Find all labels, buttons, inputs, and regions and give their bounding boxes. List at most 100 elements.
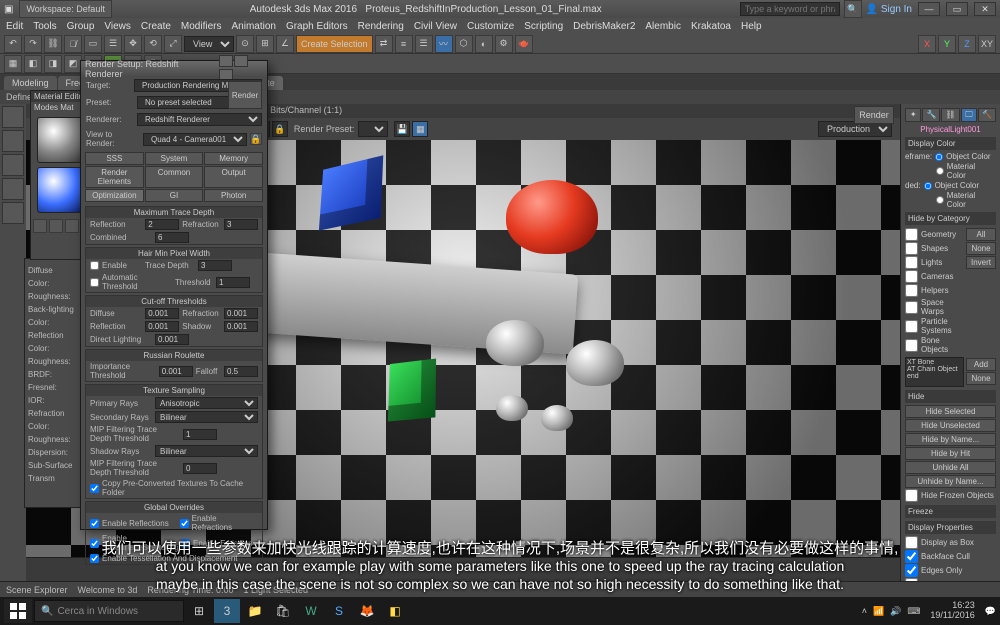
view-dropdown[interactable]: Quad 4 - Camera001 <box>143 133 247 146</box>
lt-2[interactable] <box>2 130 24 152</box>
rs-tab-elements[interactable]: Render Elements <box>85 166 144 188</box>
app-word-icon[interactable]: W <box>298 599 324 623</box>
hdr-hide-cat[interactable]: Hide by Category <box>905 212 996 225</box>
lt-4[interactable] <box>2 178 24 200</box>
tray-network-icon[interactable]: 📶 <box>873 606 884 617</box>
combined-spinner[interactable] <box>155 232 189 243</box>
cat-part[interactable] <box>905 320 918 333</box>
preset-dropdown[interactable] <box>358 121 388 137</box>
menu-views[interactable]: Views <box>104 21 131 32</box>
cat-geom[interactable] <box>905 228 918 241</box>
menu-animation[interactable]: Animation <box>231 21 275 32</box>
hdr-freeze[interactable]: Freeze <box>905 505 996 518</box>
rs-tab-gi[interactable]: GI <box>145 189 204 202</box>
hide-byname[interactable]: Hide by Name... <box>905 433 996 446</box>
g-refl[interactable] <box>90 519 99 528</box>
layers-button[interactable]: ☰ <box>415 35 433 53</box>
primary-dropdown[interactable]: Anisotropic <box>155 397 258 409</box>
scene-explorer-label[interactable]: Scene Explorer <box>6 585 68 595</box>
hide-unselected[interactable]: Hide Unselected <box>905 419 996 432</box>
tool-c[interactable]: ◨ <box>44 55 62 73</box>
bone-list[interactable]: XT BoneAT Chain Object end <box>905 357 964 387</box>
unhide-byname[interactable]: Unhide by Name... <box>905 475 996 488</box>
schematic-button[interactable]: ⬡ <box>455 35 473 53</box>
wire-mat[interactable] <box>936 167 944 175</box>
dlg-render-button[interactable]: Render <box>228 81 262 109</box>
cat-lights[interactable] <box>905 256 918 269</box>
link-button[interactable]: ⛓ <box>44 35 62 53</box>
menu-group[interactable]: Group <box>67 21 95 32</box>
select-button[interactable]: ▭ <box>84 35 102 53</box>
tray-volume-icon[interactable]: 🔊 <box>890 606 901 617</box>
mat-slot-2[interactable] <box>37 167 83 213</box>
g-sss[interactable] <box>90 539 99 548</box>
cat-warps[interactable] <box>905 301 918 314</box>
app-misc-icon[interactable]: ◧ <box>382 599 408 623</box>
lt-1[interactable] <box>2 106 24 128</box>
rs-tab-optimization[interactable]: Optimization <box>85 189 144 202</box>
menu-edit[interactable]: Edit <box>6 21 23 32</box>
tool-b[interactable]: ◧ <box>24 55 42 73</box>
y-constraint[interactable]: Y <box>938 35 956 53</box>
dlg-min[interactable] <box>219 55 233 67</box>
menu-help[interactable]: Help <box>741 21 762 32</box>
xy-constraint[interactable]: XY <box>978 35 996 53</box>
app-firefox-icon[interactable]: 🦊 <box>354 599 380 623</box>
g-emis[interactable] <box>181 539 190 548</box>
signin-link[interactable]: 👤 Sign In <box>866 4 912 15</box>
cp-hierarchy-icon[interactable]: ⛓ <box>941 108 959 122</box>
app-store-icon[interactable]: 🛍 <box>270 599 296 623</box>
cp-modify-icon[interactable]: 🔧 <box>922 108 940 122</box>
material-editor-button[interactable]: ◐ <box>475 35 493 53</box>
imp-spinner[interactable] <box>159 366 193 377</box>
scale-button[interactable]: ⤢ <box>164 35 182 53</box>
max-button[interactable]: ▭ <box>946 2 968 16</box>
shade-mat[interactable] <box>936 196 944 204</box>
render-setup-dialog[interactable]: Render Setup: Redshift Renderer Target:P… <box>80 60 268 530</box>
rs-tab-photon[interactable]: Photon <box>204 189 263 202</box>
taskbar-clock[interactable]: 16:2319/11/2016 <box>926 601 978 621</box>
z-constraint[interactable]: Z <box>958 35 976 53</box>
redo-button[interactable]: ↷ <box>24 35 42 53</box>
workspace-dropdown[interactable]: Workspace: Default <box>19 0 111 18</box>
menu-modifiers[interactable]: Modifiers <box>181 21 222 32</box>
cat-all[interactable]: All <box>966 228 996 241</box>
app-skype-icon[interactable]: S <box>326 599 352 623</box>
rs-tab-common[interactable]: Common <box>145 166 204 188</box>
unhide-all[interactable]: Unhide All <box>905 461 996 474</box>
tray-lang-icon[interactable]: ⌨ <box>907 606 920 617</box>
bone-remove[interactable]: None <box>966 372 996 385</box>
menu-debrismaker[interactable]: DebrisMaker2 <box>573 21 635 32</box>
taskbar-search[interactable]: 🔍 Cerca in Windows <box>34 600 184 622</box>
tab-modeling[interactable]: Modeling <box>4 76 57 90</box>
x-constraint[interactable]: X <box>918 35 936 53</box>
shadowrays-dropdown[interactable]: Bilinear <box>155 445 258 457</box>
align-button[interactable]: ≡ <box>395 35 413 53</box>
unlink-button[interactable]: ⛓̸ <box>64 35 82 53</box>
bone-add[interactable]: Add <box>966 358 996 371</box>
dp-0[interactable] <box>905 536 918 549</box>
dp-2[interactable] <box>905 564 918 577</box>
menu-create[interactable]: Create <box>141 21 171 32</box>
undo-button[interactable]: ↶ <box>4 35 22 53</box>
lock-view-icon[interactable]: 🔒 <box>250 133 262 145</box>
help-search[interactable] <box>740 2 840 16</box>
renderer-dropdown[interactable]: Redshift Renderer <box>137 113 262 126</box>
mat-tool-3[interactable] <box>65 219 79 233</box>
hair-enable[interactable] <box>90 261 99 270</box>
hdr-display-color[interactable]: Display Color <box>905 137 996 150</box>
render-button-fw[interactable]: Render <box>854 106 894 124</box>
lt-3[interactable] <box>2 154 24 176</box>
app-explorer-icon[interactable]: 📁 <box>242 599 268 623</box>
rs-tab-system[interactable]: System <box>145 152 204 165</box>
close-button[interactable]: ✕ <box>974 2 996 16</box>
cat-bone[interactable] <box>905 339 918 352</box>
mirror-button[interactable]: ⇄ <box>375 35 393 53</box>
menu-rendering[interactable]: Rendering <box>358 21 404 32</box>
tray-up-icon[interactable]: ˄ <box>862 606 867 616</box>
rs-tab-output[interactable]: Output <box>204 166 263 188</box>
menu-tools[interactable]: Tools <box>33 21 56 32</box>
cp-utilities-icon[interactable]: 🔨 <box>978 108 996 122</box>
ref-coord-dropdown[interactable]: View <box>184 36 234 52</box>
hair-thresh-spinner[interactable] <box>216 277 250 288</box>
